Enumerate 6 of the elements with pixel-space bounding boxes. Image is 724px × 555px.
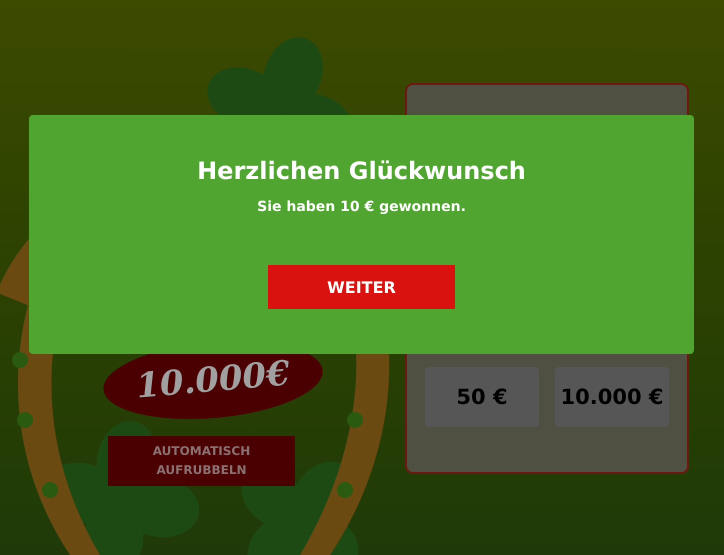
continue-button[interactable]: WEITER [268,265,455,309]
dialog-message: Sie haben 10 € gewonnen. [257,199,466,215]
prize-tile: 50 € [425,367,539,427]
prize-tile: 10.000 € [555,367,669,427]
auto-scratch-button[interactable]: AUTOMATISCH AUFRUBBELN [108,436,295,486]
dialog-title: Herzlichen Glückwunsch [197,157,526,185]
